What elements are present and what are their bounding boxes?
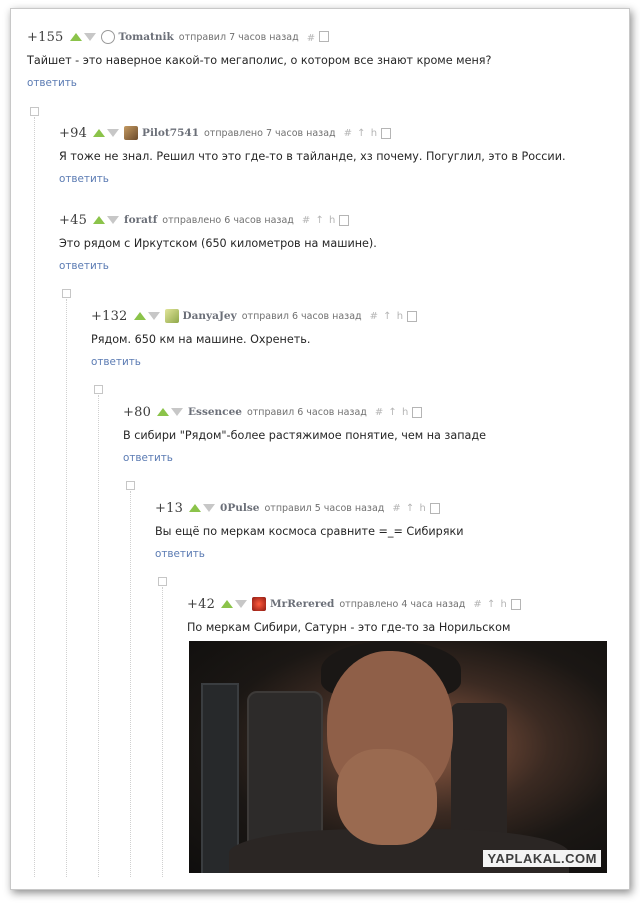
- comment-tools[interactable]: # ↑ h: [302, 215, 336, 226]
- comment-meta: +45 foratf отправлено 6 часов назад # ↑ …: [59, 212, 377, 228]
- comment-timestamp: отправил 5 часов назад: [264, 502, 385, 514]
- downvote-icon[interactable]: [203, 504, 216, 512]
- comment-meta: +94 Pilot7541 отправлено 7 часов назад #…: [59, 125, 566, 141]
- collapse-toggle[interactable]: [30, 107, 39, 116]
- comment-author[interactable]: 0Pulse: [220, 502, 259, 514]
- comment-timestamp: отправлено 7 часов назад: [204, 127, 336, 139]
- comment: +13 0Pulse отправил 5 часов назад # ↑ h …: [155, 500, 464, 561]
- upvote-icon[interactable]: [157, 408, 170, 416]
- comment-tools: #: [307, 30, 330, 44]
- comment-tools[interactable]: # ↑ h: [392, 503, 426, 514]
- comment-score: +13: [155, 500, 184, 516]
- comment-score: +132: [91, 308, 128, 324]
- comment-tools[interactable]: # ↑ h: [473, 599, 507, 610]
- downvote-icon[interactable]: [235, 600, 248, 608]
- comment: +80 Essencee отправил 6 часов назад # ↑ …: [123, 404, 487, 465]
- save-icon[interactable]: [412, 406, 423, 418]
- downvote-icon[interactable]: [107, 216, 120, 224]
- comment-score: +45: [59, 212, 88, 228]
- comment-score: +94: [59, 125, 88, 141]
- comment-text: В сибири "Рядом"-более растяжимое поняти…: [123, 429, 487, 442]
- comment-thread: +155 Tomatnik отправил 7 часов назад # Т…: [10, 8, 630, 890]
- comment-meta: +13 0Pulse отправил 5 часов назад # ↑ h: [155, 500, 464, 516]
- comment: +132 DanyaJey отправил 6 часов назад # ↑…: [91, 308, 418, 368]
- comment-text: По меркам Сибири, Сатурн - это где-то за…: [187, 621, 511, 634]
- collapse-toggle[interactable]: [126, 481, 135, 490]
- comment: +94 Pilot7541 отправлено 7 часов назад #…: [59, 125, 566, 186]
- downvote-icon[interactable]: [83, 33, 96, 41]
- comment-author[interactable]: foratf: [124, 214, 157, 226]
- comment-timestamp: отправлено 6 часов назад: [162, 214, 294, 226]
- comment-author[interactable]: Essencee: [188, 406, 242, 418]
- thread-line: [130, 491, 132, 877]
- downvote-icon[interactable]: [147, 312, 160, 320]
- comment-score: +80: [123, 404, 152, 420]
- comment-meta: +42 MrRerered отправлено 4 часа назад # …: [187, 596, 521, 612]
- upvote-icon[interactable]: [69, 33, 82, 41]
- comment-author[interactable]: Tomatnik: [119, 31, 174, 43]
- reply-link[interactable]: ответить: [27, 77, 491, 89]
- save-icon[interactable]: [319, 30, 330, 42]
- save-icon[interactable]: [429, 502, 440, 514]
- comment-tools[interactable]: # ↑ h: [375, 407, 409, 418]
- comment-meta: +155 Tomatnik отправил 7 часов назад #: [27, 29, 491, 45]
- comment-text: Тайшет - это наверное какой-то мегаполис…: [27, 54, 492, 67]
- comment-meta: +80 Essencee отправил 6 часов назад # ↑ …: [123, 404, 486, 420]
- thread-line: [66, 299, 68, 877]
- thread-line: [162, 587, 164, 877]
- comment: +42 MrRerered отправлено 4 часа назад # …: [187, 596, 521, 634]
- comment-author[interactable]: MrRerered: [270, 598, 334, 610]
- comment-timestamp: отправлено 4 часа назад: [339, 598, 466, 610]
- comment-text: Вы ещё по меркам космоса сравните =_= Си…: [155, 525, 464, 538]
- comment-timestamp: отправил 6 часов назад: [246, 406, 367, 418]
- avatar[interactable]: [100, 30, 115, 44]
- comment: +45 foratf отправлено 6 часов назад # ↑ …: [59, 212, 377, 273]
- collapse-toggle[interactable]: [94, 385, 103, 394]
- image-hand: [337, 749, 437, 845]
- thread-line: [34, 117, 36, 877]
- avatar[interactable]: [252, 597, 267, 611]
- save-icon[interactable]: [381, 127, 392, 139]
- reply-link[interactable]: ответить: [59, 173, 566, 185]
- comment-author[interactable]: Pilot7541: [142, 127, 199, 139]
- reply-link[interactable]: ответить: [91, 356, 417, 368]
- attached-image[interactable]: YAPLAKAL.COM: [189, 641, 607, 873]
- watermark: YAPLAKAL.COM: [483, 850, 601, 867]
- comment-text: Я тоже не знал. Решил что это где-то в т…: [59, 150, 566, 163]
- comment-text: Это рядом с Иркутском (650 километров на…: [59, 237, 377, 250]
- comment-tools[interactable]: # ↑ h: [344, 128, 378, 139]
- upvote-icon[interactable]: [189, 504, 202, 512]
- comment-score: +42: [187, 596, 216, 612]
- collapse-toggle[interactable]: [62, 289, 71, 298]
- save-icon[interactable]: [339, 214, 350, 226]
- upvote-icon[interactable]: [93, 216, 106, 224]
- upvote-icon[interactable]: [133, 312, 146, 320]
- permalink-icon[interactable]: #: [307, 33, 316, 44]
- downvote-icon[interactable]: [107, 129, 120, 137]
- reply-link[interactable]: ответить: [123, 452, 486, 464]
- comment-text: Рядом. 650 км на машине. Охренеть.: [91, 333, 311, 346]
- collapse-toggle[interactable]: [158, 577, 167, 586]
- save-icon[interactable]: [407, 310, 418, 322]
- upvote-icon[interactable]: [93, 129, 106, 137]
- reply-link[interactable]: ответить: [59, 260, 377, 272]
- comment-meta: +132 DanyaJey отправил 6 часов назад # ↑…: [91, 308, 418, 324]
- downvote-icon[interactable]: [171, 408, 184, 416]
- comment-timestamp: отправил 7 часов назад: [178, 31, 299, 43]
- thread-line: [98, 395, 100, 877]
- upvote-icon[interactable]: [221, 600, 234, 608]
- comment-author[interactable]: DanyaJey: [183, 310, 237, 322]
- avatar[interactable]: [164, 309, 179, 323]
- comment-timestamp: отправил 6 часов назад: [241, 310, 362, 322]
- image-seat: [201, 683, 239, 873]
- avatar[interactable]: [124, 126, 139, 140]
- comment: +155 Tomatnik отправил 7 часов назад # Т…: [27, 29, 492, 90]
- comment-tools[interactable]: # ↑ h: [370, 311, 404, 322]
- reply-link[interactable]: ответить: [155, 548, 464, 560]
- save-icon[interactable]: [510, 598, 521, 610]
- comment-score: +155: [27, 29, 64, 45]
